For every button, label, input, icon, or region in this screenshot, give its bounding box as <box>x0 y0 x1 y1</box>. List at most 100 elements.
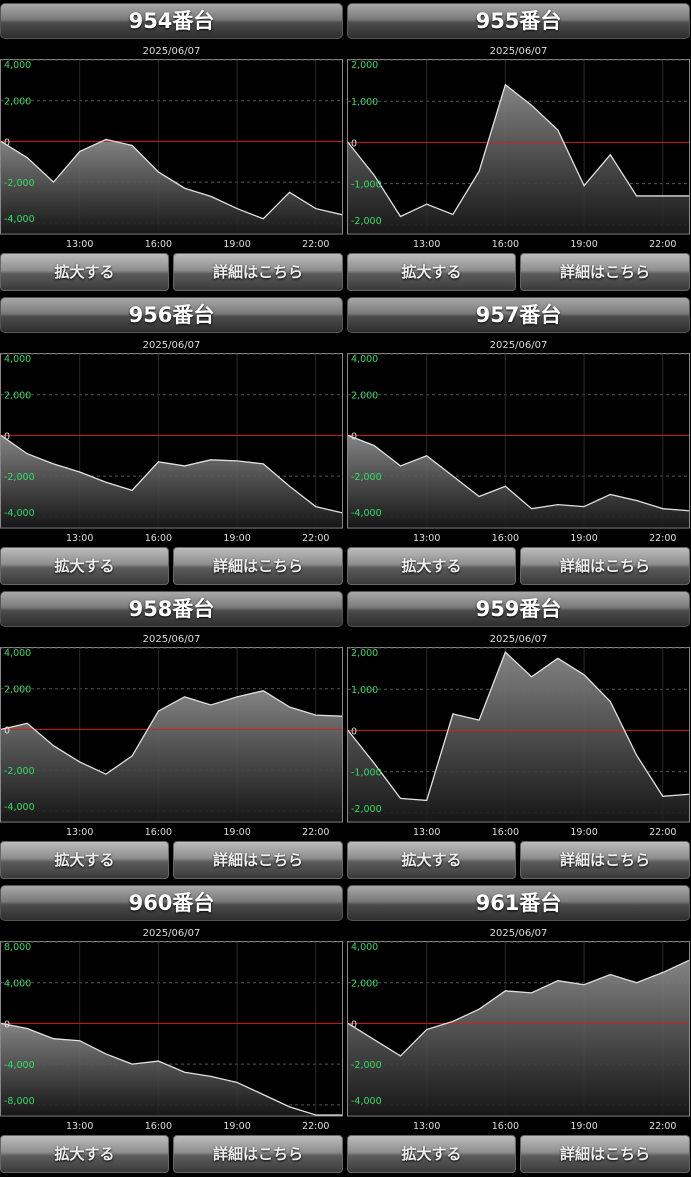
x-tick-label: 13:00 <box>413 1121 440 1132</box>
y-tick-label: 2,000 <box>4 685 31 696</box>
x-tick-label: 22:00 <box>302 533 329 544</box>
y-tick-label: 0 <box>351 726 357 737</box>
panel-title: 960番台 <box>0 885 343 921</box>
chart-date: 2025/06/07 <box>489 340 548 351</box>
y-tick-label: -1,000 <box>351 768 382 779</box>
x-tick-label: 19:00 <box>223 827 250 838</box>
x-tick-label: 13:00 <box>66 1121 93 1132</box>
chart-959: 2,000 1,000 0 -1,000 -2,000 13:00 16:00 19:00 22… <box>347 647 690 838</box>
machine-panel-955: 955番台 2025/06/07 2,000 1,000 0 -1,000 -2,000… <box>347 0 690 294</box>
y-tick-label: -2,000 <box>4 766 35 777</box>
y-tick-label: -4,000 <box>4 1060 35 1071</box>
detail-button[interactable]: 詳細はこちら <box>173 547 343 585</box>
zoom-button[interactable]: 拡大する <box>347 253 516 291</box>
zoom-button[interactable]: 拡大する <box>0 253 169 291</box>
y-tick-label: -4,000 <box>4 508 35 519</box>
series-area <box>348 84 689 233</box>
x-tick-label: 16:00 <box>145 239 172 250</box>
y-tick-label: 2,000 <box>351 60 378 71</box>
detail-button[interactable]: 詳細はこちら <box>520 841 690 879</box>
detail-button[interactable]: 詳細はこちら <box>520 253 690 291</box>
x-tick-label: 22:00 <box>302 827 329 838</box>
chart-956: 4,000 2,000 0 -2,000 -4,000 13:00 16:00 19:00 22… <box>0 353 343 544</box>
x-tick-label: 22:00 <box>302 1121 329 1132</box>
panel-title: 959番台 <box>347 591 690 627</box>
x-tick-label: 16:00 <box>492 533 519 544</box>
y-tick-label: -4,000 <box>351 1096 382 1107</box>
chart-date: 2025/06/07 <box>142 340 201 351</box>
panel-title: 957番台 <box>347 297 690 333</box>
y-tick-label: 2,000 <box>4 391 31 402</box>
zoom-button[interactable]: 拡大する <box>347 841 516 879</box>
y-tick-label: 4,000 <box>4 648 31 659</box>
y-tick-label: -4,000 <box>4 802 35 813</box>
x-tick-label: 13:00 <box>66 827 93 838</box>
x-tick-label: 22:00 <box>649 239 676 250</box>
chart-961: 4,000 2,000 0 -2,000 -4,000 13:00 16:00 19:00 22… <box>347 941 690 1132</box>
y-tick-label: -1,000 <box>351 180 382 191</box>
machine-panel-957: 957番台 2025/06/07 4,000 2,000 0 -2,000 -4,000… <box>347 294 690 588</box>
zoom-button[interactable]: 拡大する <box>0 841 169 879</box>
y-tick-label: 4,000 <box>351 942 378 953</box>
panel-title: 958番台 <box>0 591 343 627</box>
zoom-button[interactable]: 拡大する <box>0 1135 169 1173</box>
x-tick-label: 13:00 <box>66 533 93 544</box>
x-tick-label: 19:00 <box>570 533 597 544</box>
x-tick-label: 16:00 <box>145 827 172 838</box>
chart-957: 4,000 2,000 0 -2,000 -4,000 13:00 16:00 19:00 22… <box>347 353 690 544</box>
y-tick-label: 0 <box>4 1019 10 1030</box>
x-tick-label: 13:00 <box>413 827 440 838</box>
chart-date: 2025/06/07 <box>489 634 548 645</box>
zoom-button[interactable]: 拡大する <box>0 547 169 585</box>
y-tick-label: 4,000 <box>351 354 378 365</box>
x-tick-label: 19:00 <box>570 1121 597 1132</box>
series-area <box>348 960 689 1115</box>
x-tick-label: 13:00 <box>413 533 440 544</box>
machine-panel-960: 960番台 2025/06/07 8,000 4,000 0 -4,000 -8,000… <box>0 882 343 1176</box>
panel-title: 961番台 <box>347 885 690 921</box>
chart-955: 2,000 1,000 0 -1,000 -2,000 13:00 16:00 19:00 22… <box>347 59 690 250</box>
machine-panel-959: 959番台 2025/06/07 2,000 1,000 0 -1,000 -2,000… <box>347 588 690 882</box>
y-tick-label: 0 <box>351 1019 357 1030</box>
x-tick-label: 22:00 <box>302 239 329 250</box>
panel-title: 954番台 <box>0 3 343 39</box>
zoom-button[interactable]: 拡大する <box>347 547 516 585</box>
x-tick-label: 13:00 <box>66 239 93 250</box>
x-tick-label: 16:00 <box>492 239 519 250</box>
y-tick-label: 1,000 <box>351 685 378 696</box>
y-tick-label: -2,000 <box>351 1060 382 1071</box>
y-tick-label: 0 <box>351 138 357 149</box>
detail-button[interactable]: 詳細はこちら <box>173 1135 343 1173</box>
series-area <box>1 139 342 233</box>
chart-date: 2025/06/07 <box>489 46 548 57</box>
y-tick-label: 2,000 <box>4 97 31 108</box>
x-tick-label: 19:00 <box>223 1121 250 1132</box>
chart-954: 4,000 2,000 0 -2,000 -4,000 13:00 16:00 19:00 22… <box>0 59 343 250</box>
chart-date: 2025/06/07 <box>142 46 201 57</box>
panel-title: 956番台 <box>0 297 343 333</box>
y-tick-label: 4,000 <box>4 60 31 71</box>
x-tick-label: 22:00 <box>649 827 676 838</box>
detail-button[interactable]: 詳細はこちら <box>173 841 343 879</box>
y-tick-label: -2,000 <box>351 216 382 227</box>
x-tick-label: 19:00 <box>570 239 597 250</box>
x-tick-label: 19:00 <box>223 239 250 250</box>
series-area <box>1 435 342 527</box>
detail-button[interactable]: 詳細はこちら <box>520 547 690 585</box>
x-tick-label: 16:00 <box>492 1121 519 1132</box>
y-tick-label: 2,000 <box>351 648 378 659</box>
series-area <box>1 1023 342 1115</box>
y-tick-label: 0 <box>4 725 10 736</box>
machine-panel-958: 958番台 2025/06/07 4,000 2,000 0 -2,000 -4,000… <box>0 588 343 882</box>
detail-button[interactable]: 詳細はこちら <box>173 253 343 291</box>
x-tick-label: 19:00 <box>223 533 250 544</box>
x-tick-label: 16:00 <box>492 827 519 838</box>
x-tick-label: 16:00 <box>145 1121 172 1132</box>
detail-button[interactable]: 詳細はこちら <box>520 1135 690 1173</box>
y-tick-label: 1,000 <box>351 97 378 108</box>
machine-panel-954: 954番台 2025/06/07 4,000 2,000 0 -2,000 -4,000… <box>0 0 343 294</box>
y-tick-label: -2,000 <box>351 804 382 815</box>
x-tick-label: 22:00 <box>649 1121 676 1132</box>
y-tick-label: -8,000 <box>4 1096 35 1107</box>
zoom-button[interactable]: 拡大する <box>347 1135 516 1173</box>
